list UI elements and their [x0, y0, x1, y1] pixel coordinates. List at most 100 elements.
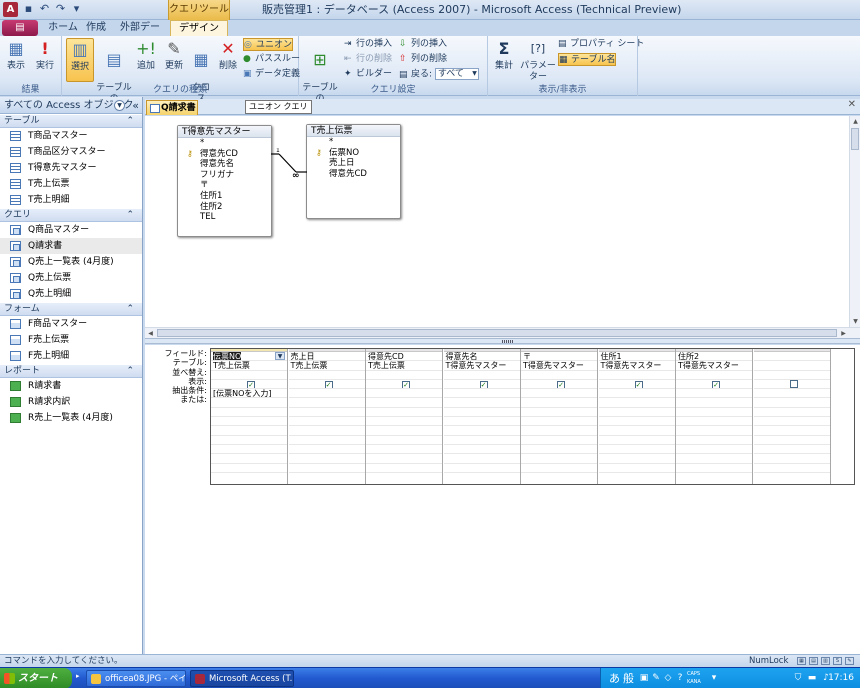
- grid-cell-or[interactable]: [753, 464, 830, 473]
- nav-item-query[interactable]: Q商品マスター: [0, 222, 142, 238]
- return-dropdown[interactable]: ▤ 戻る: すべて: [399, 68, 479, 81]
- grid-cell-field[interactable]: [753, 352, 830, 362]
- data-definition-button[interactable]: ▣ データ定義: [243, 68, 300, 81]
- grid-cell-or[interactable]: [211, 445, 287, 455]
- grid-cell-sort[interactable]: [676, 371, 752, 380]
- grid-cell-sort[interactable]: [288, 371, 365, 380]
- taskbar-item-paint[interactable]: officea08.JPG - ペイ...: [86, 670, 186, 687]
- grid-cell-or[interactable]: [598, 454, 675, 464]
- grid-column[interactable]: 売上日 T売上伝票 ✓: [288, 349, 366, 484]
- scroll-down-icon[interactable]: ▼: [850, 316, 860, 327]
- grid-cell-or[interactable]: [753, 426, 830, 436]
- builder-button[interactable]: ✦ ビルダー: [344, 68, 392, 81]
- show-checkbox[interactable]: ✓: [402, 380, 410, 389]
- quick-launch-icon[interactable]: ▸: [76, 672, 84, 684]
- grid-cell-or[interactable]: [288, 408, 365, 418]
- grid-cell-table[interactable]: T売上伝票: [366, 361, 442, 371]
- nav-section-query[interactable]: クエリ ⌃: [0, 208, 142, 222]
- grid-column[interactable]: 住所1 T得意先マスター ✓: [598, 349, 676, 484]
- field-list-sales-slip[interactable]: T売上伝票 * ⚷ 伝票NO 売上日 得意先CD: [306, 124, 401, 219]
- field-list-item[interactable]: 売上日: [307, 158, 400, 169]
- grid-cell-or[interactable]: [288, 417, 365, 427]
- select-query-button[interactable]: ▥ 選択: [66, 38, 94, 82]
- nav-section-report[interactable]: レポート ⌃: [0, 364, 142, 378]
- design-view-icon[interactable]: ✎: [845, 657, 854, 665]
- nav-item-query[interactable]: Q売上伝票: [0, 270, 142, 286]
- insert-columns-button[interactable]: ⇩ 列の挿入: [399, 38, 447, 51]
- grid-cell-field[interactable]: 得意先名: [443, 352, 520, 362]
- grid-cell-or[interactable]: [366, 436, 442, 445]
- show-checkbox[interactable]: ✓: [247, 380, 255, 389]
- nav-item-report[interactable]: R請求書: [0, 378, 142, 394]
- scroll-up-icon[interactable]: ▲: [850, 116, 860, 127]
- nav-item-report[interactable]: R請求内訳: [0, 394, 142, 410]
- ime-tool-icon[interactable]: ✎: [651, 673, 661, 683]
- grid-cell-criteria[interactable]: [753, 389, 830, 399]
- grid-cell-field[interactable]: 得意先CD: [366, 352, 442, 362]
- grid-cell-or[interactable]: [676, 464, 752, 473]
- grid-cell-or[interactable]: [366, 408, 442, 418]
- nav-section-table[interactable]: テーブル ⌃: [0, 114, 142, 128]
- ime-mode-indicator[interactable]: 般: [623, 668, 634, 688]
- grid-cell-or[interactable]: [443, 454, 520, 464]
- grid-cell-or[interactable]: [288, 398, 365, 408]
- pane-splitter[interactable]: [145, 338, 860, 344]
- grid-cell-or[interactable]: [676, 408, 752, 418]
- grid-cell-or[interactable]: [443, 398, 520, 408]
- nav-item-query[interactable]: Q請求書: [0, 238, 142, 254]
- grid-cell-or[interactable]: [521, 436, 597, 445]
- grid-cell-criteria[interactable]: [伝票NOを入力]: [211, 389, 287, 399]
- grid-cell-field[interactable]: 売上日: [288, 352, 365, 362]
- network-icon[interactable]: ▬: [807, 673, 817, 683]
- show-checkbox[interactable]: ✓: [557, 380, 565, 389]
- nav-item-table[interactable]: T売上明細: [0, 192, 142, 208]
- redo-icon[interactable]: ↷: [54, 2, 67, 15]
- grid-cell-sort[interactable]: [211, 371, 287, 380]
- grid-cell-or[interactable]: [366, 426, 442, 436]
- field-list-title[interactable]: T売上伝票: [307, 125, 400, 137]
- taskbar-item-access[interactable]: Microsoft Access (T...: [190, 670, 294, 687]
- totals-button[interactable]: Σ 集計: [492, 38, 516, 72]
- grid-cell-or[interactable]: [598, 426, 675, 436]
- grid-cell-criteria[interactable]: [443, 389, 520, 399]
- undo-icon[interactable]: ↶: [38, 2, 51, 15]
- grid-cell-sort[interactable]: [753, 371, 830, 380]
- ime-dictionary-icon[interactable]: ◇: [663, 673, 673, 683]
- field-list-title[interactable]: T得意先マスター: [178, 126, 271, 138]
- splitter-grip[interactable]: [502, 340, 514, 343]
- chevron-down-icon[interactable]: ▼: [114, 100, 125, 111]
- nav-pane-header[interactable]: すべての Access オブジェクト ▼ «: [0, 97, 142, 128]
- field-list-item[interactable]: 得意先名: [178, 159, 271, 170]
- field-list-item[interactable]: TEL: [178, 212, 271, 223]
- grid-column[interactable]: 得意先CD T売上伝票 ✓: [366, 349, 443, 484]
- grid-cell-or[interactable]: [598, 445, 675, 455]
- grid-cell-sort[interactable]: [443, 371, 520, 380]
- grid-cell-sort[interactable]: [366, 371, 442, 380]
- access-app-icon[interactable]: A: [3, 2, 18, 17]
- grid-cell-table[interactable]: T得意先マスター: [598, 361, 675, 371]
- tab-home[interactable]: ホーム: [46, 20, 80, 36]
- tab-design[interactable]: デザイン: [170, 20, 228, 37]
- grid-column[interactable]: 得意先名 T得意先マスター ✓: [443, 349, 521, 484]
- show-checkbox[interactable]: [789, 379, 798, 388]
- grid-cell-criteria[interactable]: [598, 389, 675, 399]
- ime-options-icon[interactable]: ▾: [709, 673, 719, 683]
- parameters-button[interactable]: [?] パラメーター: [518, 38, 558, 83]
- grid-cell-or[interactable]: [521, 426, 597, 436]
- delete-query-button[interactable]: ✕ 削除: [216, 38, 240, 72]
- field-list-item[interactable]: 住所2: [178, 202, 271, 213]
- grid-cell-or[interactable]: [211, 398, 287, 408]
- field-list-item[interactable]: 得意先CD: [307, 169, 400, 180]
- grid-cell-or[interactable]: [443, 426, 520, 436]
- ime-help-icon[interactable]: ?: [675, 673, 685, 683]
- grid-cell-field[interactable]: 住所1: [598, 352, 675, 362]
- grid-cell-or[interactable]: [288, 445, 365, 455]
- grid-cell-or[interactable]: [443, 417, 520, 427]
- grid-cell-criteria[interactable]: [366, 389, 442, 399]
- grid-cell-or[interactable]: [753, 398, 830, 408]
- delete-columns-button[interactable]: ⇧ 列の削除: [399, 53, 447, 66]
- pass-through-button[interactable]: ● パススルー: [243, 53, 300, 66]
- start-button[interactable]: スタート: [0, 668, 72, 688]
- nav-item-table[interactable]: T商品区分マスター: [0, 144, 142, 160]
- update-button[interactable]: ✎ 更新: [162, 38, 186, 72]
